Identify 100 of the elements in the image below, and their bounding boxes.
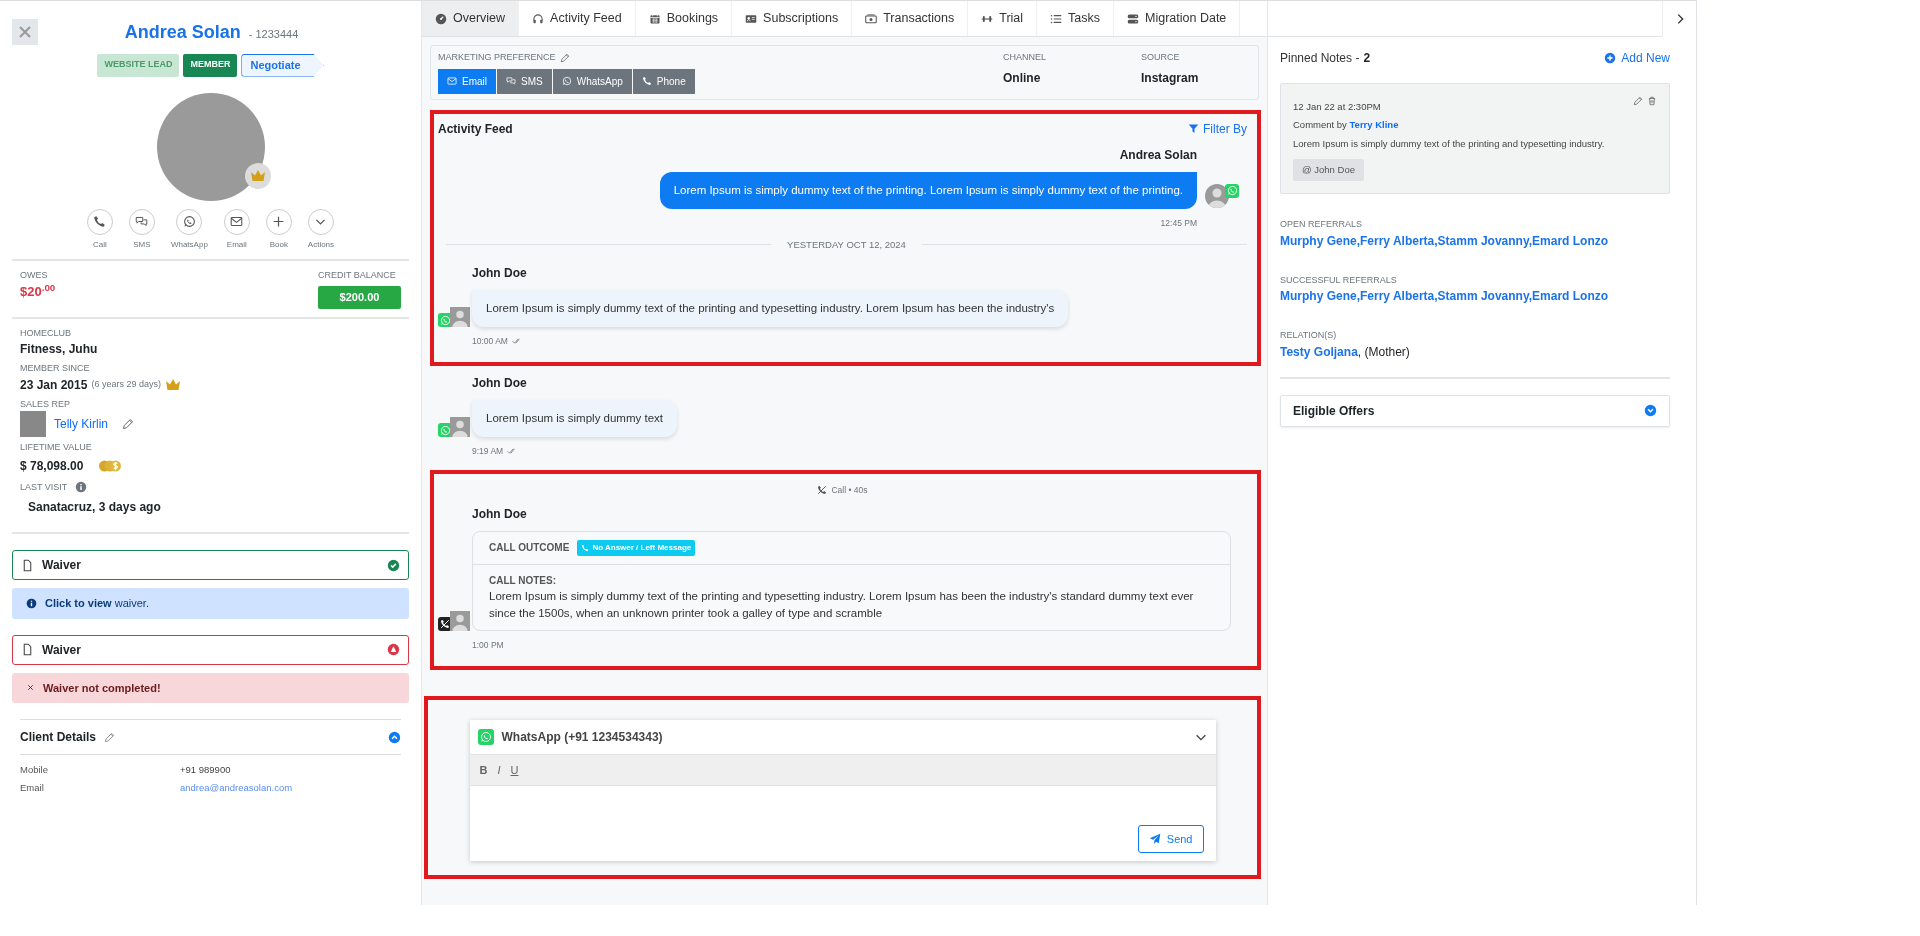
message-time: 12:45 PM	[1160, 216, 1197, 230]
stage-tag: Negotiate	[241, 54, 324, 77]
pencil-icon[interactable]	[104, 731, 116, 743]
pencil-icon[interactable]	[122, 418, 134, 430]
info-icon	[26, 597, 37, 609]
author-name: John Doe	[472, 505, 528, 523]
whatsapp-icon	[182, 215, 196, 228]
referral-links[interactable]: Murphy Gene,Ferry Alberta,Stamm Jovanny,Emard Lonzo	[1280, 231, 1670, 250]
message-time: 10:00 AM	[472, 335, 508, 348]
section-title: Client Details	[20, 729, 97, 746]
id-card-icon	[745, 12, 758, 25]
field-label: CHANNEL	[1003, 51, 1047, 64]
status-badge: WEBSITE LEAD	[97, 54, 180, 77]
action-label: Actions	[307, 238, 335, 251]
action-button[interactable]	[128, 208, 155, 235]
headset-icon	[532, 12, 545, 25]
client-name[interactable]: Andrea Solan	[124, 19, 241, 46]
plus-circle-icon	[1604, 52, 1617, 64]
mention-tag: @ John Doe	[1293, 158, 1364, 181]
field-value: Instagram	[1141, 69, 1200, 87]
section-title: Eligible Offers	[1293, 402, 1375, 420]
message-bubble: Lorem Ipsum is simply dummy text of the printing and typesetting industry. Lorem Ipsum has been the industry's	[472, 289, 1069, 327]
detail-value: +91 989900	[180, 763, 231, 777]
call-summary: Call • 40s	[831, 483, 868, 497]
relation-type: , (Mother)	[1357, 343, 1410, 361]
author-name: John Doe	[472, 264, 528, 282]
pencil-icon[interactable]	[1633, 96, 1643, 106]
send-icon	[1148, 833, 1161, 845]
list-icon	[1050, 12, 1063, 25]
note-author-line: Comment by Terry Kline	[1293, 118, 1400, 133]
avatar-placeholder	[450, 417, 470, 437]
preference-toggle[interactable]: Email	[438, 68, 496, 94]
whatsapp-badge	[1225, 183, 1239, 198]
detail-label: Mobile	[20, 763, 49, 777]
field-label: SUCCESSFUL REFERRALS	[1280, 273, 1398, 287]
preference-toggle[interactable]: WhatsApp	[552, 68, 632, 94]
format-button[interactable]: B	[479, 761, 488, 779]
detail-label: Email	[20, 781, 45, 796]
referral-links[interactable]: Murphy Gene,Ferry Alberta,Stamm Jovanny,Emard Lonzo	[1280, 287, 1670, 305]
action-button[interactable]	[265, 208, 292, 235]
sales-rep-link[interactable]: Telly Kirlin	[54, 415, 108, 433]
check-circle-icon	[387, 558, 400, 572]
gauge-icon	[435, 12, 447, 25]
funnel-icon	[1188, 123, 1199, 134]
message-bubble: Lorem Ipsum is simply dummy text of the printing. Lorem Ipsum is simply dummy text of the printing.	[659, 171, 1197, 209]
info-icon[interactable]	[75, 481, 88, 494]
section-title: Pinned Notes -	[1280, 50, 1360, 67]
waiver-info-message: Click to view waiver.	[45, 596, 149, 611]
tab[interactable]: Overview	[422, 1, 520, 36]
author-name: Andrea Solan	[1119, 146, 1197, 164]
missed-call-icon	[817, 485, 828, 496]
pencil-icon[interactable]	[559, 52, 570, 63]
trash-icon[interactable]	[1647, 96, 1657, 106]
chat-icon	[506, 76, 516, 86]
action-button[interactable]	[223, 208, 250, 235]
action-button[interactable]	[176, 208, 203, 235]
owes-amount: $20$^{.00}$	[20, 282, 56, 301]
feed-title: Activity Feed	[438, 120, 513, 138]
whatsapp-badge	[477, 728, 494, 745]
send-button[interactable]: Send	[1137, 824, 1204, 854]
credit-balance-badge: $200.00	[318, 286, 401, 309]
preference-toggle[interactable]: Phone	[632, 68, 695, 94]
field-label: OPEN REFERRALS	[1280, 218, 1364, 231]
waiver-card[interactable]: Waiver	[12, 550, 409, 580]
date-divider: YESTERDAY OCT 12, 2024	[787, 237, 906, 252]
field-label: CALL OUTCOME	[489, 541, 570, 555]
field-label: HOMECLUB	[20, 326, 72, 340]
waiver-card[interactable]: Waiver	[12, 634, 409, 665]
relation-link[interactable]: Testy Goljana	[1280, 342, 1358, 361]
call-notes: Lorem Ipsum is simply dummy text of the printing and typesetting industry. Lorem Ipsum has been the industry's standard dummy text ever since the 1500s, when an unknown printer took a galley of type and scramble	[489, 588, 1195, 621]
add-new-button[interactable]: Add New	[1604, 49, 1670, 67]
action-button[interactable]	[86, 208, 113, 235]
action-label: Book	[269, 238, 288, 251]
expand-icon[interactable]	[1644, 404, 1657, 417]
collapse-icon[interactable]	[388, 730, 401, 744]
format-button[interactable]: U	[510, 761, 519, 779]
chat-icon	[135, 215, 149, 228]
eligible-offers-panel[interactable]: Eligible Offers	[1280, 394, 1670, 427]
email-link[interactable]: andrea@andreasolan.com	[180, 781, 293, 796]
message-bubble: Lorem Ipsum is simply dummy text	[472, 399, 677, 437]
message-input[interactable]: Send	[469, 786, 1216, 862]
preference-toggle[interactable]: SMS	[497, 68, 552, 94]
whatsapp-icon	[561, 76, 572, 86]
field-label: CALL NOTES:	[489, 573, 558, 588]
format-button[interactable]: I	[497, 761, 501, 779]
filter-button[interactable]: Filter By	[1188, 119, 1247, 138]
mail-icon	[447, 76, 457, 86]
calendar-icon	[648, 12, 661, 25]
times-icon	[26, 683, 35, 693]
field-label: LIFETIME VALUE	[20, 441, 93, 454]
close-button[interactable]	[12, 19, 38, 45]
mail-icon	[230, 215, 244, 228]
document-icon	[21, 643, 34, 656]
channel-selector[interactable]: WhatsApp (+91 1234534343)	[501, 727, 1186, 746]
author-link[interactable]: Terry Kline	[1349, 119, 1399, 131]
phone-icon	[641, 76, 652, 86]
money-icon	[865, 12, 878, 25]
message-time: 9:19 AM	[472, 445, 504, 458]
status-badge: MEMBER	[183, 54, 238, 77]
plus-icon	[272, 215, 286, 228]
